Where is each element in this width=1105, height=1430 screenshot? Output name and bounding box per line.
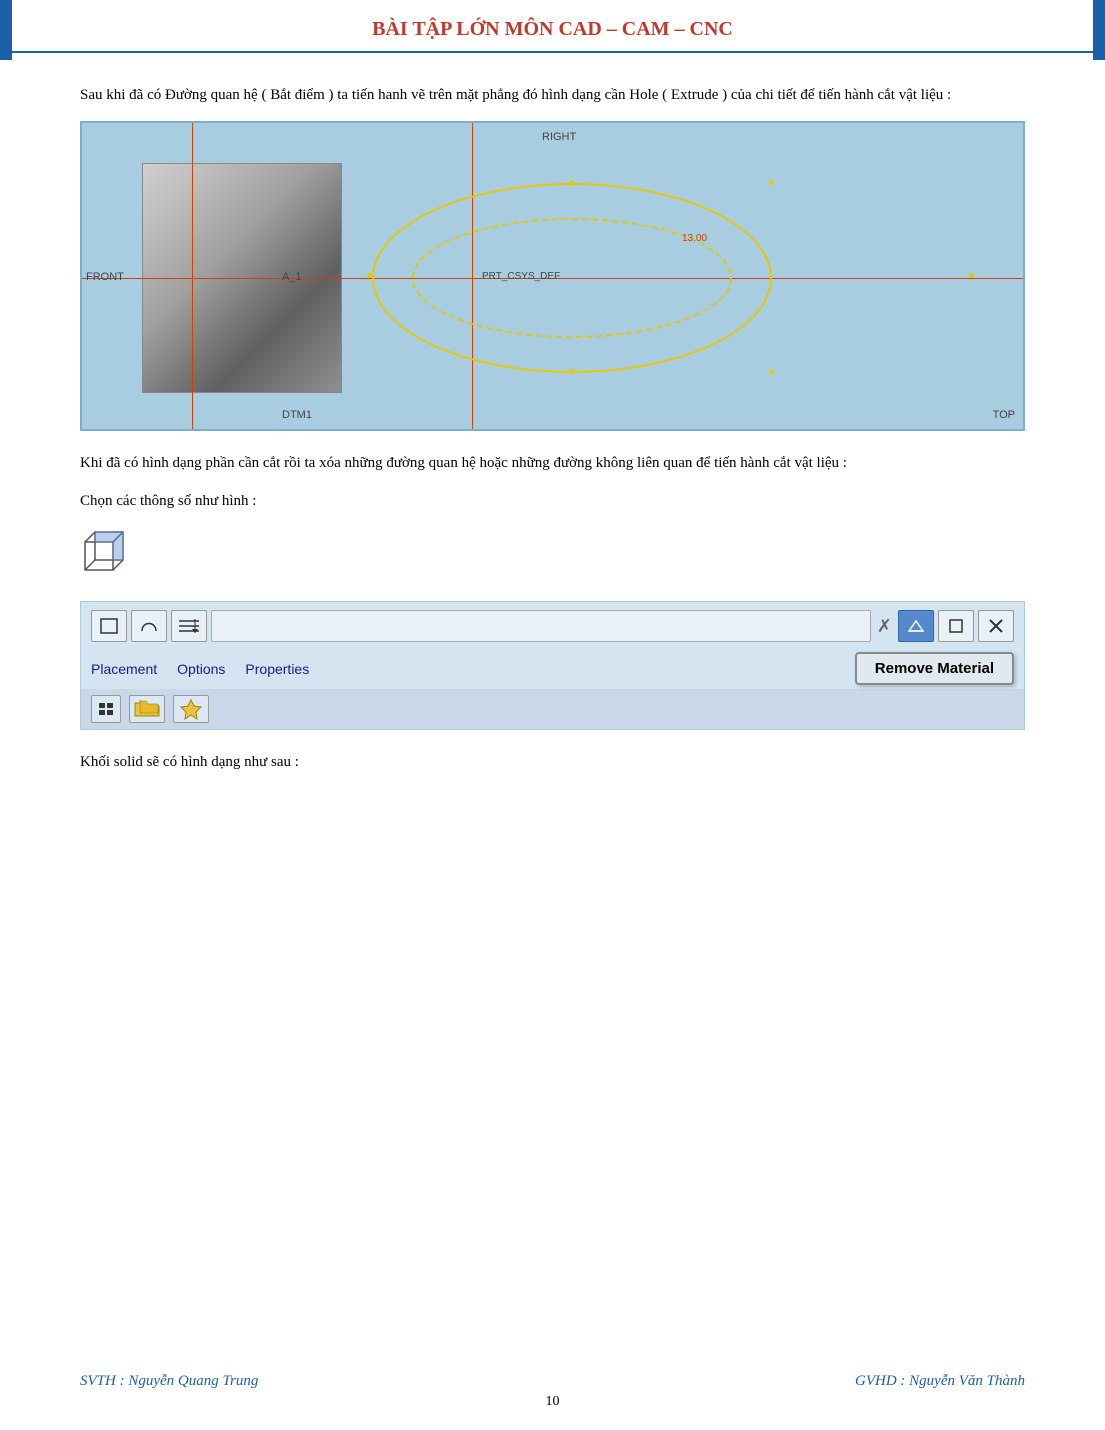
v-line-1 bbox=[192, 123, 193, 429]
sketch-cube-icon bbox=[80, 527, 135, 582]
toolbar-spacer bbox=[211, 610, 871, 642]
sketch-icon-area bbox=[80, 527, 1025, 587]
label-dtm1: DTM1 bbox=[282, 409, 312, 421]
dot-marker-6 bbox=[969, 273, 974, 278]
label-front: FRONT bbox=[86, 271, 124, 283]
tab-placement[interactable]: Placement bbox=[91, 661, 157, 677]
paragraph-4: Khối solid sẽ có hình dạng như sau : bbox=[80, 750, 1025, 774]
top-bar-right bbox=[1093, 0, 1105, 60]
label-right: RIGHT bbox=[542, 131, 576, 143]
main-content: Sau khi đã có Đường quan hệ ( Bắt điểm )… bbox=[0, 53, 1105, 774]
toolbar-row-3 bbox=[81, 689, 1024, 729]
paragraph-2: Khi đã có hình dạng phần cần cắt rồi ta … bbox=[80, 451, 1025, 475]
label-prt: PRT_CSYS_DEF bbox=[482, 271, 560, 282]
footer-left: SVTH : Nguyễn Quang Trung bbox=[80, 1373, 258, 1390]
label-a1: A_1 bbox=[282, 271, 302, 283]
tab-properties[interactable]: Properties bbox=[245, 661, 309, 677]
remove-material-button[interactable]: Remove Material bbox=[855, 652, 1014, 685]
toolbar-btn-curve[interactable] bbox=[131, 610, 167, 642]
footer-right: GVHD : Nguyễn Văn Thành bbox=[855, 1373, 1025, 1390]
toolbar-btn-folder[interactable] bbox=[129, 695, 165, 723]
page-title: BÀI TẬP LỚN MÔN CAD – CAM – CNC bbox=[372, 18, 733, 40]
tab-options[interactable]: Options bbox=[177, 661, 225, 677]
dot-marker-5 bbox=[367, 273, 372, 278]
top-bar-left bbox=[0, 0, 12, 60]
toolbar-btn-highlight[interactable] bbox=[898, 610, 934, 642]
toolbar-row-2: Placement Options Properties Remove Mate… bbox=[91, 648, 1014, 689]
toolbar-slash-1: ✗ bbox=[877, 616, 892, 637]
page-header: BÀI TẬP LỚN MÔN CAD – CAM – CNC bbox=[0, 0, 1105, 53]
dot-marker-2 bbox=[769, 180, 774, 185]
toolbar-container: ✗ bbox=[80, 601, 1025, 730]
paragraph-1: Sau khi đã có Đường quan hệ ( Bắt điểm )… bbox=[80, 83, 1025, 107]
cad-drawing: RIGHT FRONT A_1 PRT_CSYS_DEF DTM1 TOP 13… bbox=[80, 121, 1025, 431]
toolbar-btn-slash[interactable] bbox=[978, 610, 1014, 642]
label-top: TOP bbox=[993, 409, 1015, 421]
label-dim: 13.00 bbox=[682, 233, 707, 244]
toolbar-btn-rect[interactable] bbox=[91, 610, 127, 642]
dot-marker-4 bbox=[769, 369, 774, 374]
dot-marker-3 bbox=[569, 369, 574, 374]
toolbar-btn-rect2[interactable] bbox=[938, 610, 974, 642]
toolbar-btn-grid[interactable] bbox=[91, 695, 121, 723]
dot-marker-1 bbox=[569, 180, 574, 185]
toolbar-btn-star[interactable] bbox=[173, 695, 209, 723]
toolbar-btn-lines[interactable] bbox=[171, 610, 207, 642]
page-number: 10 bbox=[546, 1394, 560, 1410]
page-footer: SVTH : Nguyễn Quang Trung GVHD : Nguyễn … bbox=[0, 1373, 1105, 1390]
toolbar-row-1: ✗ bbox=[91, 610, 1014, 642]
paragraph-3: Chọn các thông số như hình : bbox=[80, 489, 1025, 513]
